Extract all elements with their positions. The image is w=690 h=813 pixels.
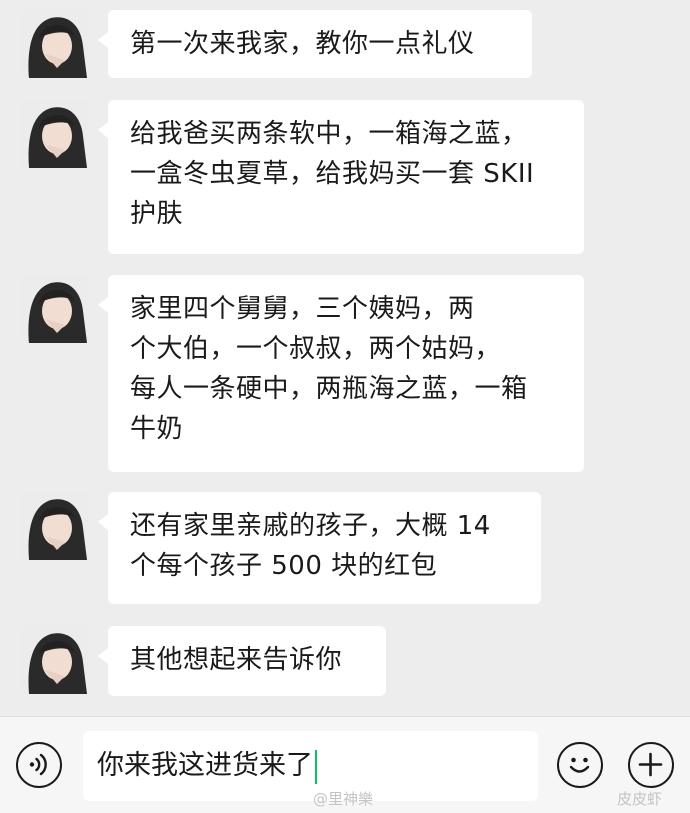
voice-icon bbox=[29, 753, 47, 776]
corner-watermark-text: 皮皮虾 bbox=[617, 790, 663, 808]
avatar[interactable] bbox=[21, 100, 89, 168]
message-bubble[interactable]: 第一次来我家，教你一点礼仪 bbox=[98, 10, 532, 78]
weibo-watermark-text: @里神樂 bbox=[313, 790, 374, 808]
weibo-watermark: @里神樂 bbox=[313, 788, 373, 809]
corner-watermark: 皮皮虾 bbox=[617, 788, 662, 809]
message-bubble[interactable]: 家里四个舅舅，三个姨妈，两 个大伯，一个叔叔，两个姑妈， 每人一条硬中，两瓶海之… bbox=[98, 275, 584, 472]
message-text: 其他想起来告诉你 bbox=[130, 645, 343, 675]
text-cursor bbox=[315, 749, 317, 784]
chat-area: 第一次来我家，教你一点礼仪 给我爸买两条软中，一箱海之蓝， 一盒冬虫夏草，给我妈… bbox=[0, 0, 690, 716]
avatar[interactable] bbox=[21, 626, 89, 694]
emoji-icon bbox=[569, 757, 590, 773]
voice-button[interactable] bbox=[16, 742, 62, 788]
message-bubble[interactable]: 还有家里亲戚的孩子，大概 14 个每个孩子 500 块的红包 bbox=[98, 492, 541, 604]
message-text: 家里四个舅舅，三个姨妈，两 个大伯，一个叔叔，两个姑妈， 每人一条硬中，两瓶海之… bbox=[130, 294, 528, 444]
plus-icon bbox=[638, 752, 663, 777]
avatar[interactable] bbox=[21, 10, 89, 78]
message-input-value: 你来我这进货来了 bbox=[97, 750, 313, 781]
plus-button[interactable] bbox=[628, 742, 674, 788]
message-text: 第一次来我家，教你一点礼仪 bbox=[130, 29, 475, 59]
message-text: 给我爸买两条软中，一箱海之蓝， 一盒冬虫夏草，给我妈买一套 SKII 护肤 bbox=[130, 119, 535, 229]
message-bubble[interactable]: 给我爸买两条软中，一箱海之蓝， 一盒冬虫夏草，给我妈买一套 SKII 护肤 bbox=[98, 100, 584, 254]
message-bubble[interactable]: 其他想起来告诉你 bbox=[98, 626, 386, 696]
avatar[interactable] bbox=[21, 275, 89, 343]
message-input[interactable]: 你来我这进货来了 bbox=[83, 731, 538, 801]
emoji-button[interactable] bbox=[557, 742, 603, 788]
avatar[interactable] bbox=[21, 492, 89, 560]
input-bar: 你来我这进货来了 @里神樂 皮皮虾 bbox=[0, 716, 690, 813]
message-text: 还有家里亲戚的孩子，大概 14 个每个孩子 500 块的红包 bbox=[130, 511, 491, 581]
